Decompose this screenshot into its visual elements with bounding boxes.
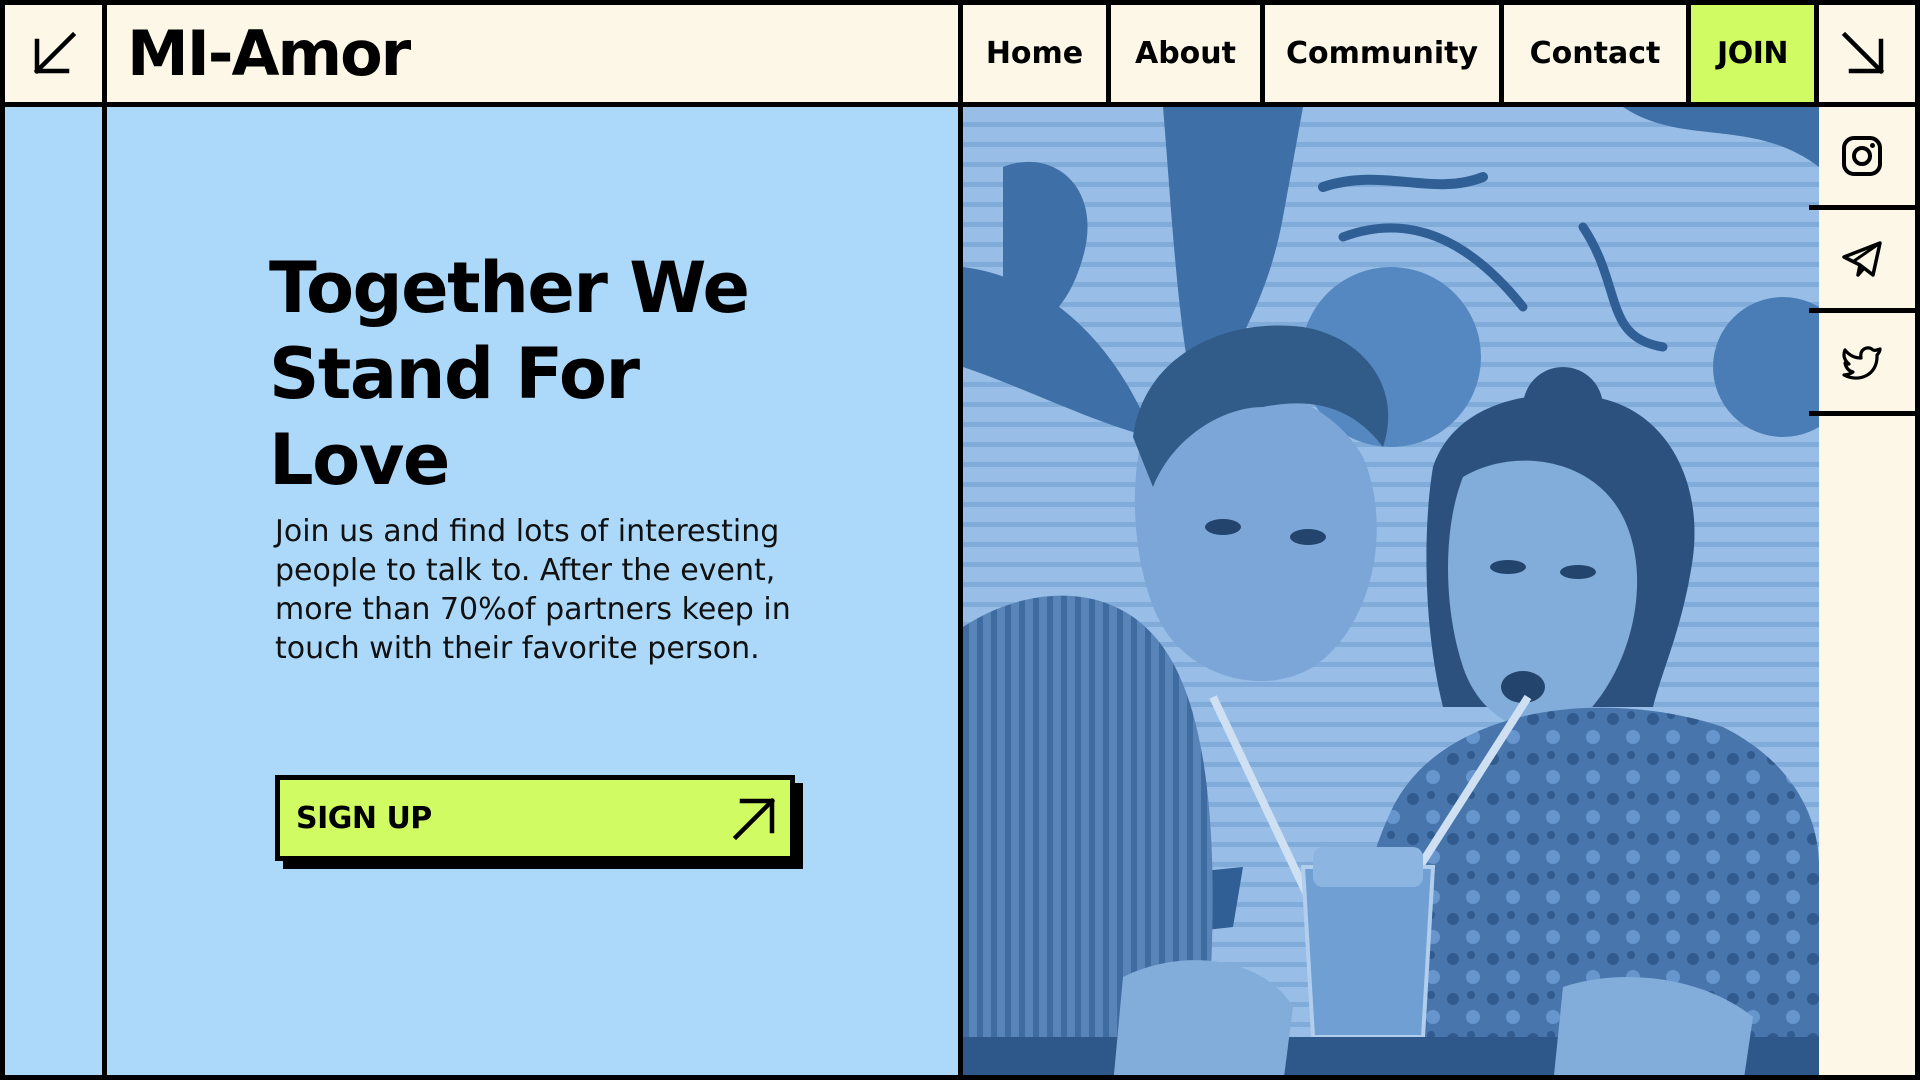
couple-photo-illustration xyxy=(963,107,1819,1075)
page-frame: MI-Amor Home About Community Contact JOI… xyxy=(0,0,1920,1080)
arrow-down-left-icon xyxy=(33,31,76,74)
nav-item-home[interactable]: Home xyxy=(963,5,1111,107)
join-button[interactable]: JOIN xyxy=(1691,5,1819,107)
hero-photo xyxy=(963,107,1819,1075)
arrow-up-right-icon xyxy=(732,797,776,841)
left-decorative-strip xyxy=(5,107,107,1075)
brand-logo[interactable]: MI-Amor xyxy=(127,17,411,90)
nav-item-community[interactable]: Community xyxy=(1265,5,1504,107)
hero-description: Join us and find lots of interesting peo… xyxy=(275,514,791,666)
instagram-icon xyxy=(1842,136,1882,176)
twitter-icon xyxy=(1842,346,1882,380)
corner-top-right[interactable] xyxy=(1813,5,1915,107)
hero-title: Together We Stand For Love xyxy=(269,247,750,501)
telegram-link[interactable] xyxy=(1809,210,1915,313)
sign-up-button[interactable]: SIGN UP xyxy=(275,775,795,861)
telegram-icon xyxy=(1842,241,1882,277)
brand-area: MI-Amor xyxy=(107,5,963,107)
social-links xyxy=(1809,107,1915,416)
hero-section: Together We Stand For Love Join us and f… xyxy=(107,107,963,1075)
main-nav: Home About Community Contact JOIN xyxy=(963,5,1819,107)
twitter-link[interactable] xyxy=(1809,313,1915,416)
arrow-down-right-icon xyxy=(1841,31,1885,74)
nav-item-contact[interactable]: Contact xyxy=(1504,5,1691,107)
nav-item-about[interactable]: About xyxy=(1111,5,1265,107)
instagram-link[interactable] xyxy=(1809,107,1915,210)
sign-up-label: SIGN UP xyxy=(296,800,432,836)
corner-top-left[interactable] xyxy=(5,5,107,107)
